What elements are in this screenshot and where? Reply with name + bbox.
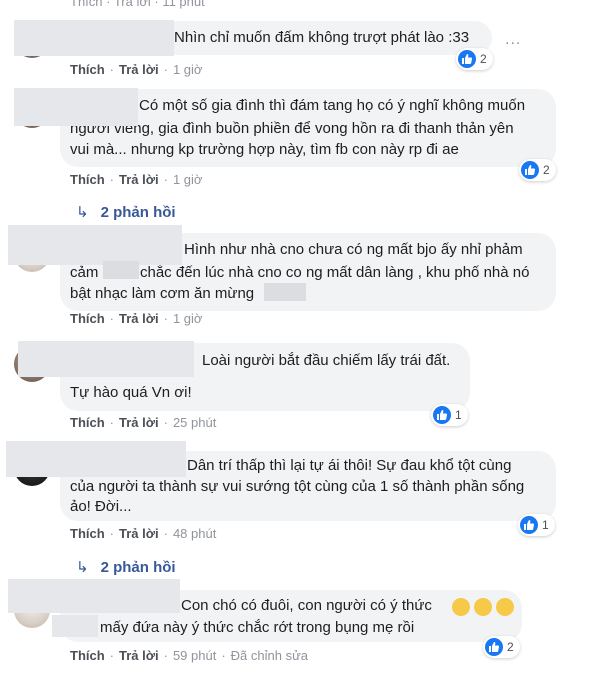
- edited-label: Đã chỉnh sửa: [230, 648, 309, 663]
- reply-arrow-icon: ↳: [76, 204, 89, 221]
- timestamp[interactable]: 48 phút: [173, 526, 216, 541]
- redaction: [52, 615, 98, 637]
- timestamp[interactable]: 1 giờ: [173, 62, 203, 77]
- comment-text: cảm: [70, 264, 99, 281]
- comment-text: mấy đứa này ý thức chắc rớt trong bụng m…: [100, 619, 415, 636]
- reaction-count[interactable]: 1: [518, 514, 555, 536]
- timestamp[interactable]: 25 phút: [173, 415, 216, 430]
- comment-text: của người ta thành sự vui sướng tột cùng…: [70, 478, 525, 495]
- timestamp[interactable]: 59 phút: [173, 648, 216, 663]
- comment-text: Nhìn chỉ muốn đấm không trượt phát lào :…: [174, 29, 470, 46]
- like-link[interactable]: Thích: [70, 648, 105, 663]
- like-icon: [520, 516, 538, 534]
- comment-text: Tự hào quá Vn ơi!: [70, 384, 192, 401]
- comment-meta: Thích · Trả lời · 48 phút: [70, 526, 217, 541]
- reaction-count[interactable]: 2: [519, 159, 556, 181]
- reply-arrow-icon: ↳: [76, 559, 89, 576]
- view-replies-link[interactable]: ↳ 2 phản hồi: [76, 203, 176, 221]
- reaction-count[interactable]: 1: [431, 404, 468, 426]
- comment-text: chắc đến lúc nhà cno co ng mất dân làng …: [140, 264, 530, 281]
- comment-text: Có một số gia đình thì đám tang họ có ý …: [139, 97, 526, 114]
- smile-upside-down-icon: [474, 598, 492, 616]
- timestamp[interactable]: 1 giờ: [173, 172, 203, 187]
- timestamp[interactable]: 1 giờ: [173, 311, 203, 326]
- like-link[interactable]: Thích: [70, 526, 105, 541]
- reply-link[interactable]: Trả lời: [119, 526, 159, 541]
- smile-upside-down-icon: [452, 598, 470, 616]
- comment-meta: Thích · Trả lời · 25 phút: [70, 415, 217, 430]
- reply-link[interactable]: Trả lời: [119, 648, 159, 663]
- name-mask: [14, 88, 138, 126]
- comment-text: Hình như nhà cno chưa có ng mất bjo ấy n…: [184, 241, 523, 258]
- comment-meta: Thích · Trả lời · 59 phút · Đã chỉnh sửa: [70, 648, 309, 663]
- more-options-icon[interactable]: ...: [505, 31, 521, 49]
- like-icon: [521, 161, 539, 179]
- comment-text: vui mà... nhưng kp trường hợp này, tìm f…: [70, 141, 459, 158]
- redaction: [264, 283, 306, 301]
- smile-upside-down-icon: [496, 598, 514, 616]
- name-mask: [8, 579, 180, 613]
- name-mask: [6, 441, 186, 477]
- comment-text: Dân trí thấp thì lại tự ái thôi! Sự đau …: [187, 457, 512, 474]
- reaction-count[interactable]: 2: [456, 48, 493, 70]
- comment-text: ảo! Đời...: [70, 498, 132, 515]
- redaction: [103, 261, 139, 279]
- name-mask: [14, 20, 174, 56]
- reply-link[interactable]: Trả lời: [119, 172, 159, 187]
- comment-text: Loài người bắt đầu chiếm lấy trái đất.: [202, 352, 451, 369]
- comment-meta: Thích · Trả lời · 1 giờ: [70, 311, 203, 326]
- comment-meta: Thích · Trả lời · 1 giờ: [70, 62, 203, 77]
- like-icon: [458, 50, 476, 68]
- reply-link[interactable]: Trả lời: [119, 311, 159, 326]
- like-link[interactable]: Thích: [70, 62, 105, 77]
- top-fragment: Thích · Trả lời · 11 phút: [70, 0, 205, 9]
- like-link[interactable]: Thích: [70, 172, 105, 187]
- comment-meta: Thích · Trả lời · 1 giờ: [70, 172, 203, 187]
- comment-text: Con chó có đuôi, con người có ý thức: [181, 597, 432, 614]
- reply-link[interactable]: Trả lời: [119, 415, 159, 430]
- like-icon: [485, 638, 503, 656]
- view-replies-link[interactable]: ↳ 2 phản hồi: [76, 558, 176, 576]
- like-link[interactable]: Thích: [70, 415, 105, 430]
- name-mask: [18, 341, 194, 377]
- comment-text: bật nhạc làm cơm ăn mừng: [70, 285, 255, 302]
- name-mask: [8, 225, 182, 265]
- like-link[interactable]: Thích: [70, 311, 105, 326]
- like-icon: [433, 406, 451, 424]
- reaction-count[interactable]: 2: [483, 636, 520, 658]
- reply-link[interactable]: Trả lời: [119, 62, 159, 77]
